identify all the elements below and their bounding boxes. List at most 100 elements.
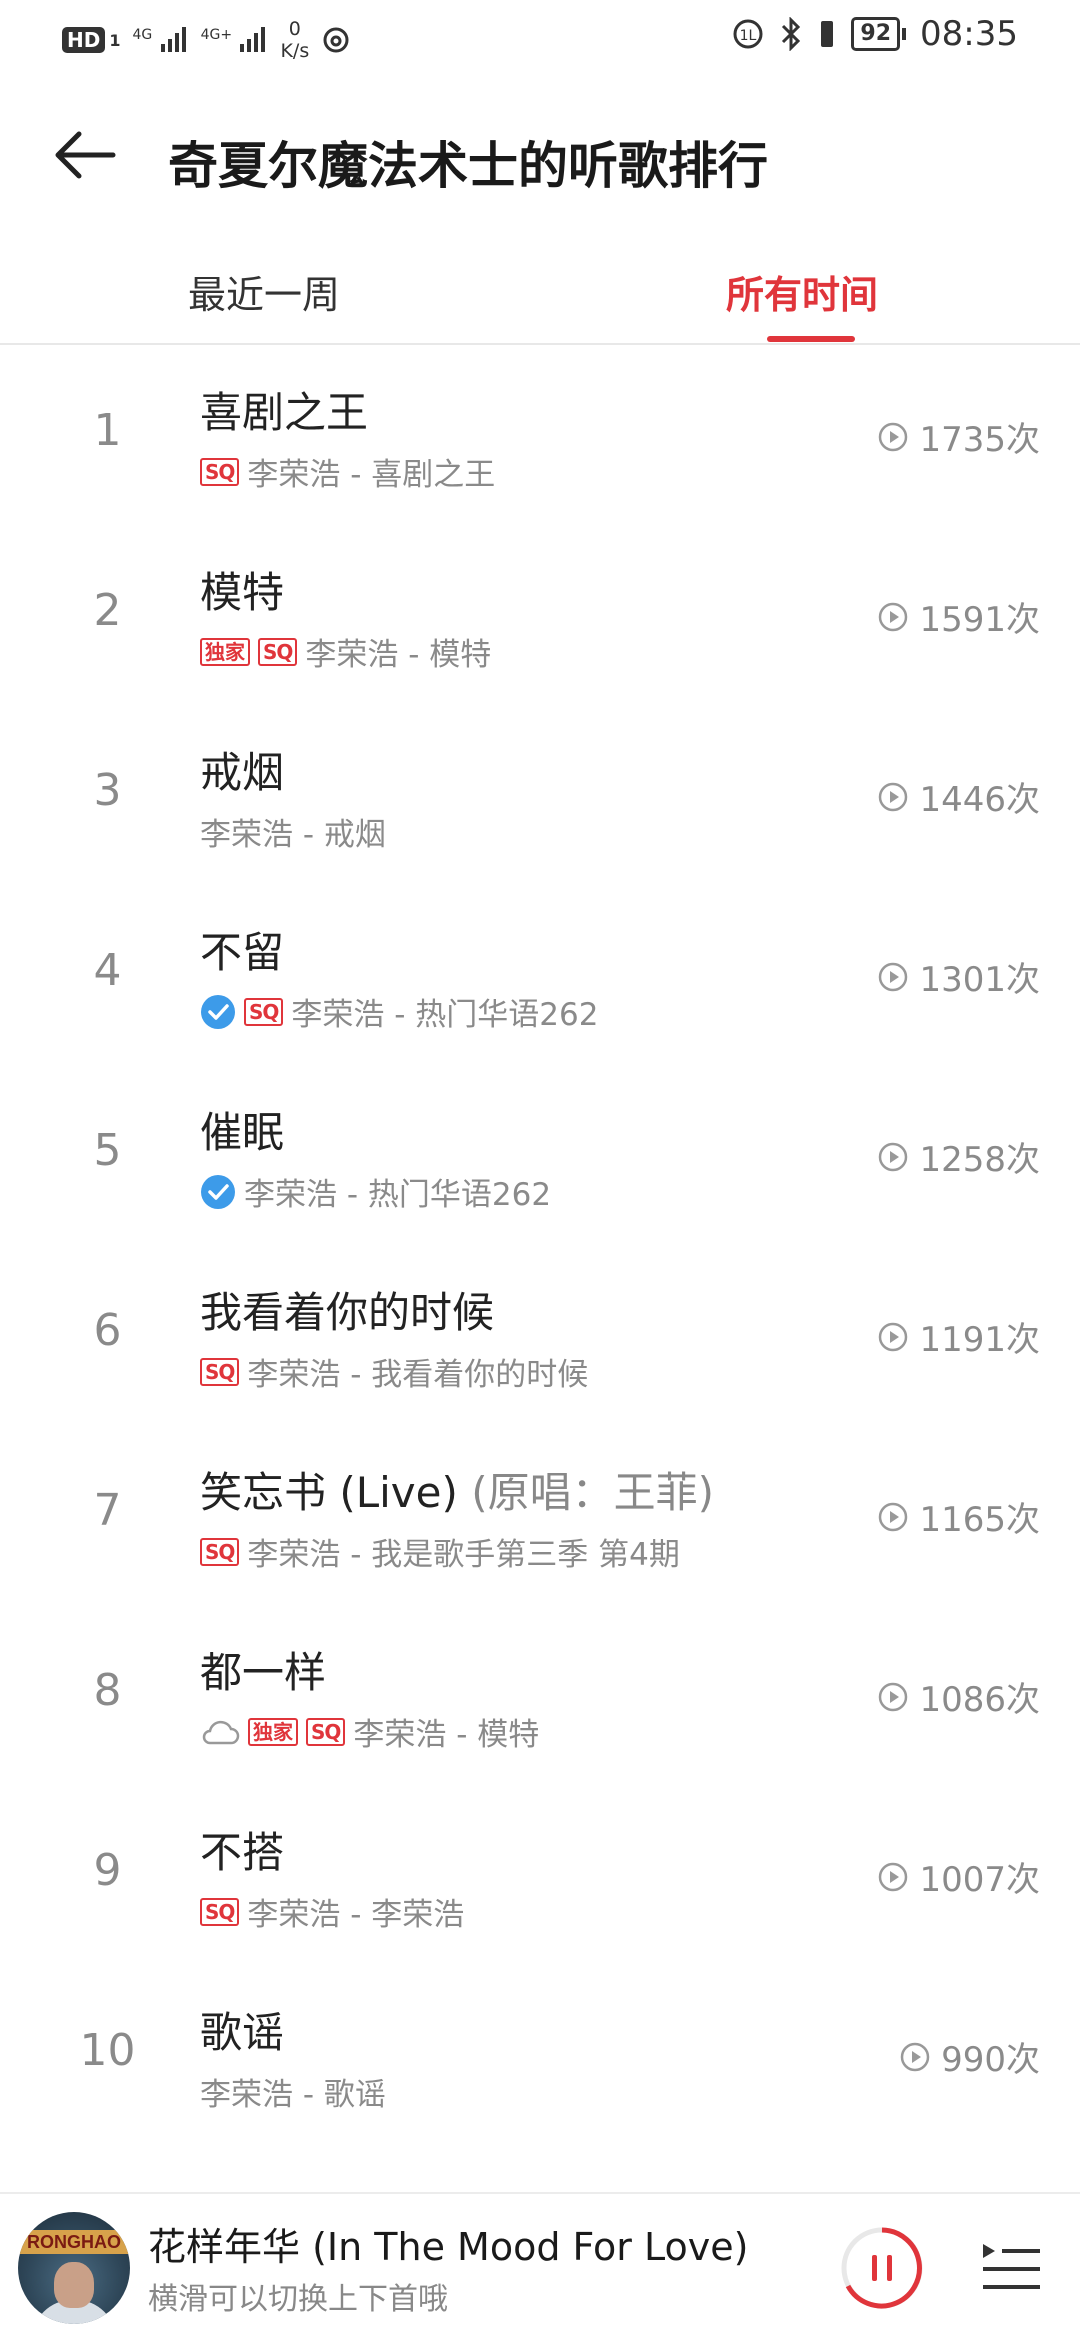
song-meta: SQ 李荣浩 - 我看着你的时候 <box>200 1349 588 1394</box>
song-name: 不搭 <box>200 1828 285 1877</box>
play-count-value: 1258次 <box>919 1140 1040 1180</box>
album-cover[interactable]: RONGHAO <box>18 2212 130 2324</box>
cloud-icon <box>202 1720 240 1744</box>
song-meta: 李荣浩 - 歌谣 <box>200 2069 386 2114</box>
song-meta: 李荣浩 - 戒烟 <box>200 809 386 854</box>
play-count: 1735次 <box>877 412 1040 461</box>
signal-icon <box>160 27 186 52</box>
battery-tip <box>902 28 907 40</box>
song-row[interactable]: 1 喜剧之王 SQ 李荣浩 - 喜剧之王 1735次 <box>0 347 1080 527</box>
song-title: 歌谣 <box>200 1999 284 2060</box>
play-count: 1086次 <box>877 1672 1040 1721</box>
data-saver-icon: 1L <box>733 19 763 49</box>
signal-icon <box>240 27 266 52</box>
status-left: HD 1 4G 4G+ 0 K/s <box>62 18 351 62</box>
now-playing-title: 花样年华 (In The Mood For Love) <box>148 2225 749 2269</box>
original-singer: (原唱：王菲) <box>471 1468 715 1517</box>
netease-music-icon <box>323 27 349 53</box>
tab-recent-week[interactable]: 最近一周 <box>188 264 340 319</box>
pause-button[interactable] <box>840 2226 924 2310</box>
page-title: 奇夏尔魔法术士的听歌排行 <box>168 137 768 195</box>
hd-badge: HD <box>62 27 106 53</box>
artist-album: 李荣浩 - 我是歌手第三季 第4期 <box>247 1537 680 1573</box>
song-name: 歌谣 <box>200 2008 285 2057</box>
play-circle-icon <box>879 962 908 991</box>
play-circle-icon <box>879 1862 908 1891</box>
rank-number: 9 <box>93 1845 122 1896</box>
rank-number: 10 <box>79 2025 136 2076</box>
song-title: 不搭 <box>200 1819 284 1880</box>
sq-badge: SQ <box>200 1357 240 1386</box>
song-row[interactable]: 7 笑忘书 (Live) (原唱：王菲) SQ 李荣浩 - 我是歌手第三季 第4… <box>0 1427 1080 1607</box>
song-meta: 独家 SQ 李荣浩 - 模特 <box>200 1709 539 1754</box>
rank-number: 4 <box>93 945 122 996</box>
back-button[interactable] <box>50 120 120 190</box>
song-meta: SQ 李荣浩 - 热门华语262 <box>200 989 598 1034</box>
artist-album: 李荣浩 - 热门华语262 <box>291 997 599 1033</box>
play-count: 1165次 <box>877 1492 1040 1541</box>
network-speed: 0 K/s <box>280 18 309 62</box>
song-name: 不留 <box>200 928 285 977</box>
artist-album: 李荣浩 - 模特 <box>353 1717 540 1753</box>
sq-badge: SQ <box>200 1897 240 1926</box>
tab-all-time[interactable]: 所有时间 <box>726 264 878 319</box>
rank-number: 6 <box>93 1305 122 1356</box>
rank-number: 7 <box>93 1485 122 1536</box>
play-circle-icon <box>879 782 908 811</box>
verified-check-icon <box>201 1174 235 1209</box>
status-right: 1L 92 08:35 <box>731 14 1018 54</box>
play-count-value: 1735次 <box>919 420 1040 460</box>
song-name: 喜剧之王 <box>200 388 369 437</box>
play-count-value: 1007次 <box>919 1860 1040 1900</box>
network-type-2: 4G+ <box>200 27 233 43</box>
song-title: 戒烟 <box>200 739 284 800</box>
song-row[interactable]: 9 不搭 SQ 李荣浩 - 李荣浩 1007次 <box>0 1787 1080 1967</box>
song-row[interactable]: 3 戒烟 李荣浩 - 戒烟 1446次 <box>0 707 1080 887</box>
status-bar: HD 1 4G 4G+ 0 K/s 1L 92 08:35 <box>0 0 1080 75</box>
song-name: 笑忘书 (Live) <box>200 1468 458 1517</box>
play-count-value: 1591次 <box>919 600 1040 640</box>
song-meta: SQ 李荣浩 - 喜剧之王 <box>200 449 495 494</box>
app-header: 奇夏尔魔法术士的听歌排行 <box>0 100 1080 210</box>
clock: 08:35 <box>920 14 1018 54</box>
play-count: 1446次 <box>877 772 1040 821</box>
play-count-value: 1301次 <box>919 960 1040 1000</box>
play-circle-icon <box>879 1502 908 1531</box>
back-arrow-icon <box>55 131 116 179</box>
mini-player[interactable]: RONGHAO 花样年华 (In The Mood For Love) 横滑可以… <box>0 2192 1080 2340</box>
song-row[interactable]: 5 催眠 李荣浩 - 热门华语262 1258次 <box>0 1067 1080 1247</box>
song-row[interactable]: 8 都一样 独家 SQ 李荣浩 - 模特 1086次 <box>0 1607 1080 1787</box>
song-title: 喜剧之王 <box>200 379 368 440</box>
song-title: 我看着你的时候 <box>200 1279 494 1340</box>
now-playing-hint: 横滑可以切换上下首哦 <box>148 2282 448 2317</box>
song-title: 都一样 <box>200 1639 326 1700</box>
rank-number: 2 <box>93 585 122 636</box>
tab-bar: 最近一周 所有时间 <box>0 250 1080 345</box>
play-count-value: 990次 <box>941 2040 1040 2080</box>
play-count: 1258次 <box>877 1132 1040 1181</box>
song-row[interactable]: 4 不留 SQ 李荣浩 - 热门华语262 1301次 <box>0 887 1080 1067</box>
song-title: 催眠 <box>200 1099 284 1160</box>
song-name: 都一样 <box>200 1648 327 1697</box>
play-count-value: 1165次 <box>919 1500 1040 1540</box>
play-circle-icon <box>879 602 908 631</box>
battery-level: 92 <box>851 17 901 51</box>
rank-number: 3 <box>93 765 122 816</box>
sq-badge: SQ <box>258 637 298 666</box>
exclusive-badge: 独家 <box>200 637 250 666</box>
play-circle-icon <box>879 1142 908 1171</box>
song-row[interactable]: 6 我看着你的时候 SQ 李荣浩 - 我看着你的时候 1191次 <box>0 1247 1080 1427</box>
song-name: 戒烟 <box>200 748 285 797</box>
hd-sub: 1 <box>109 30 121 50</box>
play-count-value: 1086次 <box>919 1680 1040 1720</box>
play-count: 1007次 <box>877 1852 1040 1901</box>
song-row[interactable]: 10 歌谣 李荣浩 - 歌谣 990次 <box>0 1967 1080 2147</box>
sq-badge: SQ <box>200 1537 240 1566</box>
playlist-button[interactable] <box>980 2236 1042 2298</box>
sq-badge: SQ <box>200 457 240 486</box>
song-title: 模特 <box>200 559 284 620</box>
song-row[interactable]: 2 模特 独家 SQ 李荣浩 - 模特 1591次 <box>0 527 1080 707</box>
sq-badge: SQ <box>244 997 284 1026</box>
song-title: 笑忘书 (Live) (原唱：王菲) <box>200 1459 714 1520</box>
song-meta: SQ 李荣浩 - 我是歌手第三季 第4期 <box>200 1529 680 1574</box>
